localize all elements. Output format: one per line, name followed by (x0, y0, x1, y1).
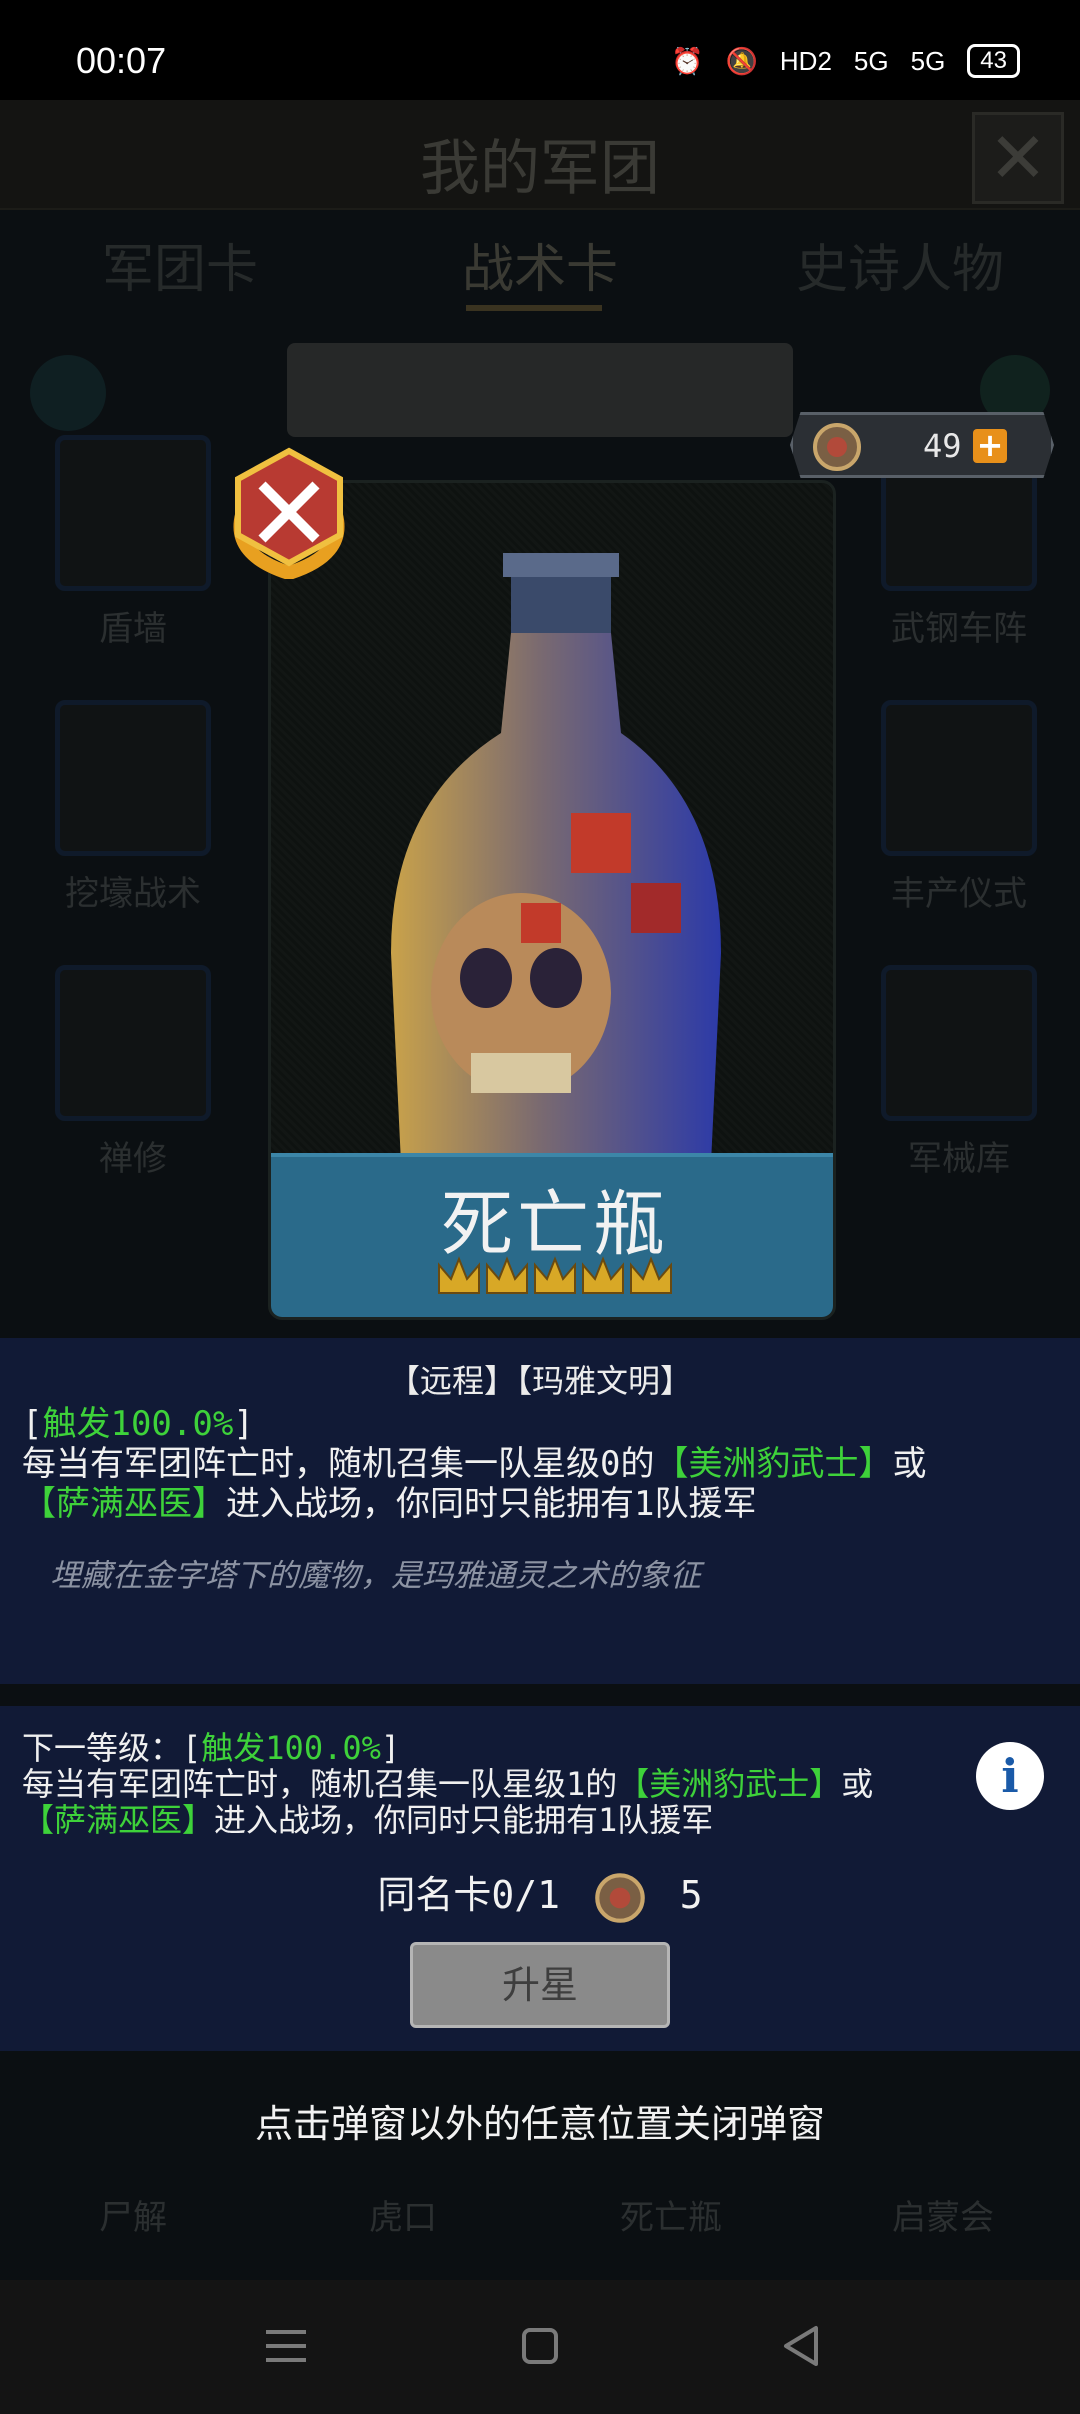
flavor-text: 埋藏在金字塔下的魔物，是玛雅通灵之术的象征 (50, 1558, 701, 1594)
close-button[interactable]: ✕ (972, 112, 1064, 204)
card-label: 挖壕战术 (65, 874, 201, 914)
unit-name: 【萨满巫医】 (22, 1484, 226, 1524)
system-nav-bar (0, 2280, 1080, 2414)
currency-value: 49 (923, 427, 962, 465)
card-label: 丰产仪式 (891, 874, 1027, 914)
search-box[interactable] (287, 343, 793, 437)
active-tab-indicator (466, 305, 602, 311)
signal-5g-icon: 5G (853, 45, 889, 76)
card-thumbnail (55, 700, 211, 856)
grid-card[interactable]: 盾墙 (28, 435, 238, 685)
card-thumbnail (881, 700, 1037, 856)
tab-legion-cards[interactable]: 军团卡 (0, 220, 360, 320)
grid-card[interactable]: 军械库 (854, 965, 1064, 1215)
duplicate-card-row: 同名卡0/1 5 (0, 1864, 1080, 1929)
next-level-prefix: 下一等级：[ (22, 1729, 202, 1767)
crossed-swords-badge-icon (233, 447, 345, 579)
card-detail: 死亡瓶 (268, 480, 836, 1320)
trigger-bracket: ] (380, 1729, 401, 1767)
card-tags: 【远程】【玛雅文明】 (387, 1362, 692, 1400)
upgrade-cost: 5 (679, 1873, 703, 1917)
star-up-button[interactable]: 升星 (410, 1942, 670, 2028)
card-label: 武钢车阵 (891, 609, 1027, 649)
status-icons: ⏰ 🔕 HD2 5G 5G 43 (671, 44, 1020, 78)
status-bar: 00:07 ⏰ 🔕 HD2 5G 5G 43 (0, 0, 1080, 100)
list-menu-button[interactable] (30, 355, 106, 431)
card-label[interactable]: 虎口 (298, 2190, 508, 2239)
page-title: 我的军团 (420, 134, 660, 204)
effect-line: 每当有军团阵亡时，随机召集一队星级0的 (22, 1444, 655, 1484)
skull-bottle-icon (391, 553, 721, 1163)
home-icon[interactable] (510, 2316, 570, 2376)
conjunction: 或 (892, 1444, 927, 1484)
signal-5g-icon-2: 5G (910, 45, 946, 76)
emblem-icon (595, 1872, 645, 1923)
duplicate-count: 同名卡0/1 (377, 1873, 560, 1917)
effect-line: 每当有军团阵亡时，随机召集一队星级1的 (22, 1765, 618, 1803)
card-label[interactable]: 尸解 (28, 2190, 238, 2239)
effect-line: 进入战场，你同时只能拥有1队援军 (226, 1484, 757, 1524)
description-panel: 【远程】【玛雅文明】 [触发100.0%] 每当有军团阵亡时，随机召集一队星级0… (0, 1338, 1080, 1684)
hd-icon: HD2 (779, 45, 832, 76)
battery-icon: 43 (967, 44, 1020, 78)
close-hint: 点击弹窗以外的任意位置关闭弹窗 (254, 2102, 825, 2146)
menu-icon[interactable] (256, 2316, 316, 2376)
back-icon[interactable] (772, 2316, 832, 2376)
trigger-chance: 触发100.0% (42, 1404, 234, 1444)
trigger-bracket: ] (233, 1404, 254, 1444)
unit-name: 【美洲豹武士】 (654, 1444, 893, 1484)
effect-text: [触发100.0%] 每当有军团阵亡时，随机召集一队星级0的【美洲豹武士】或 【… (22, 1404, 1062, 1524)
effect-line: 进入战场，你同时只能拥有1队援军 (214, 1801, 714, 1839)
card-label[interactable]: 启蒙会 (838, 2190, 1048, 2239)
card-nameplate: 死亡瓶 (271, 1153, 833, 1317)
status-time: 00:07 (76, 40, 167, 81)
add-currency-button[interactable]: + (973, 429, 1007, 463)
tab-epic-characters[interactable]: 史诗人物 (720, 220, 1080, 320)
trigger-bracket: [ (22, 1404, 43, 1444)
card-label: 盾墙 (99, 609, 167, 649)
conjunction: 或 (841, 1765, 874, 1803)
trigger-chance: 触发100.0% (201, 1729, 381, 1767)
mute-icon: 🔕 (725, 45, 758, 76)
card-label: 军械库 (908, 1139, 1010, 1179)
card-thumbnail (55, 965, 211, 1121)
card-thumbnail (881, 965, 1037, 1121)
currency-counter: 49 + (790, 412, 1054, 478)
emblem-icon (813, 423, 861, 471)
card-label[interactable]: 死亡瓶 (566, 2190, 776, 2239)
star-crowns-icon (438, 1256, 672, 1294)
unit-name: 【美洲豹武士】 (617, 1765, 842, 1803)
card-thumbnail (55, 435, 211, 591)
unit-name: 【萨满巫医】 (22, 1801, 215, 1839)
next-level-panel: 下一等级：[触发100.0%] 每当有军团阵亡时，随机召集一队星级1的【美洲豹武… (0, 1706, 1080, 2051)
grid-card[interactable]: 禅修 (28, 965, 238, 1215)
next-level-text: 下一等级：[触发100.0%] 每当有军团阵亡时，随机召集一队星级1的【美洲豹武… (22, 1730, 962, 1838)
grid-card[interactable]: 丰产仪式 (854, 700, 1064, 950)
grid-card[interactable]: 挖壕战术 (28, 700, 238, 950)
card-artwork (271, 483, 833, 1163)
alarm-icon: ⏰ (671, 45, 704, 76)
info-button[interactable]: i (976, 1742, 1044, 1810)
header: 我的军团 ✕ (0, 100, 1080, 210)
card-label: 禅修 (99, 1139, 167, 1179)
